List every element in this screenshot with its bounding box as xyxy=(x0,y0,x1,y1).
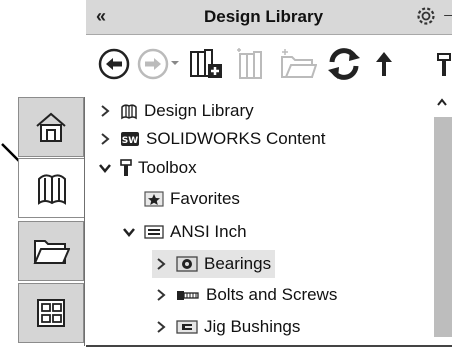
add-file-location-icon xyxy=(237,48,262,79)
panel-title-bar: « Design Library → xyxy=(86,0,452,35)
tab-design-library[interactable] xyxy=(18,158,84,218)
scrollbar-thumb[interactable] xyxy=(434,117,452,337)
tree-item-label: Bolts and Screws xyxy=(206,285,338,304)
panel-title: Design Library xyxy=(204,7,324,26)
tree-item-label: Favorites xyxy=(170,189,240,208)
design-library-panel: « Design Library → Design Library SW SOL… xyxy=(0,0,452,347)
library-tree: Design Library SW SOLIDWORKS Content Too… xyxy=(86,95,432,347)
gear-icon[interactable] xyxy=(414,4,438,28)
toolbox-overflow-button[interactable] xyxy=(432,45,452,83)
chevron-down-icon[interactable] xyxy=(120,227,138,237)
tree-item-ansi-inch[interactable]: ANSI Inch xyxy=(120,218,247,246)
chevron-right-icon[interactable] xyxy=(96,132,114,146)
refresh-icon xyxy=(328,48,360,80)
chevron-right-icon[interactable] xyxy=(152,257,170,271)
scroll-up-icon[interactable] xyxy=(436,97,448,107)
tree-item-bearings[interactable]: Bearings xyxy=(152,250,276,278)
view-palette-icon xyxy=(37,299,65,327)
tree-item-label: SOLIDWORKS Content xyxy=(146,129,326,148)
bolts-folder-icon xyxy=(176,287,200,303)
task-pane-tabs xyxy=(18,97,85,346)
back-arrow-icon xyxy=(98,48,130,80)
tree-item-label: ANSI Inch xyxy=(170,222,247,241)
forward-arrow-icon xyxy=(137,48,179,80)
refresh-button[interactable] xyxy=(324,45,364,83)
tree-item-solidworks-content[interactable]: SW SOLIDWORKS Content xyxy=(96,125,326,153)
tree-scrollbar[interactable] xyxy=(432,95,452,347)
toolbox-icon xyxy=(437,53,451,76)
standard-folder-icon xyxy=(144,224,164,240)
create-new-folder-icon xyxy=(281,49,317,78)
bushings-folder-icon xyxy=(176,319,198,335)
favorites-star-icon xyxy=(144,190,164,208)
forward-button[interactable] xyxy=(136,45,180,83)
panel-toolbar xyxy=(86,35,452,95)
home-icon xyxy=(36,112,66,142)
bearings-folder-icon xyxy=(176,255,198,273)
tree-item-label: Jig Bushings xyxy=(204,317,301,336)
tree-item-toolbox[interactable]: Toolbox xyxy=(96,154,197,182)
chevron-right-icon[interactable] xyxy=(96,104,114,118)
tree-item-bolts-and-screws[interactable]: Bolts and Screws xyxy=(152,281,337,309)
add-to-library-icon xyxy=(190,49,222,78)
file-explorer-icon xyxy=(33,240,70,264)
solidworks-logo-icon: SW xyxy=(120,130,140,148)
pin-icon[interactable]: → xyxy=(440,2,452,25)
tree-item-jig-bushings[interactable]: Jig Bushings xyxy=(152,313,300,341)
toolbox-icon xyxy=(120,158,132,178)
tree-item-label: Design Library xyxy=(144,101,254,120)
create-new-folder-button[interactable] xyxy=(278,45,318,83)
tree-item-favorites[interactable]: Favorites xyxy=(144,185,240,213)
tree-item-label: Bearings xyxy=(204,254,272,273)
up-one-level-icon xyxy=(376,52,392,76)
up-one-level-button[interactable] xyxy=(370,45,398,83)
tab-file-explorer[interactable] xyxy=(18,221,84,281)
tab-view-palette[interactable] xyxy=(18,283,84,343)
design-library-icon xyxy=(37,174,66,205)
chevron-right-icon[interactable] xyxy=(152,320,170,334)
tree-item-design-library[interactable]: Design Library xyxy=(96,97,254,125)
back-button[interactable] xyxy=(96,45,132,83)
chevron-down-icon[interactable] xyxy=(96,163,114,173)
chevron-right-icon[interactable] xyxy=(152,288,170,302)
design-library-books-icon xyxy=(120,102,138,120)
tab-home[interactable] xyxy=(18,97,84,157)
tree-item-label: Toolbox xyxy=(138,158,197,177)
add-to-library-button[interactable] xyxy=(186,45,226,83)
add-file-location-button[interactable] xyxy=(232,45,272,83)
collapse-panel-button[interactable]: « xyxy=(96,6,106,27)
svg-text:SW: SW xyxy=(122,136,138,146)
